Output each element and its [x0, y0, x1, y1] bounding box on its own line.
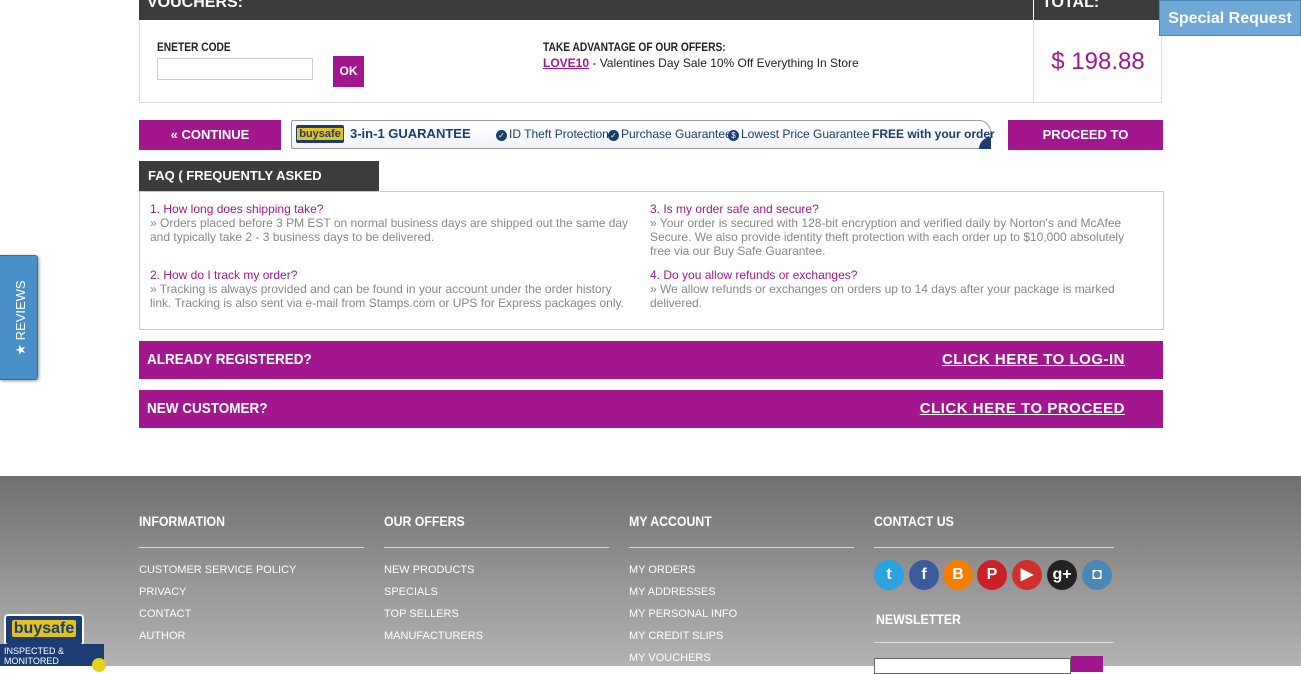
divider: [384, 547, 609, 548]
footer-link[interactable]: MY ORDERS: [629, 564, 695, 576]
voucher-ok-button[interactable]: OK: [333, 56, 364, 87]
guarantee-free: FREE with your order: [872, 127, 995, 141]
twitter-icon[interactable]: t: [874, 560, 904, 590]
facebook-icon[interactable]: f: [909, 560, 939, 590]
footer: INFORMATION CUSTOMER SERVICE POLICY PRIV…: [0, 476, 1301, 674]
divider: [139, 547, 364, 548]
youtube-icon[interactable]: ▶: [1012, 560, 1042, 590]
faq-question: 4. Do you allow refunds or exchanges?: [650, 268, 858, 282]
footer-link[interactable]: AUTHOR: [139, 630, 185, 642]
offers-label: TAKE ADVANTAGE OF OUR OFFERS:: [543, 40, 726, 54]
footer-link[interactable]: MY CREDIT SLIPS: [629, 630, 723, 642]
total-header: TOTAL:: [1034, 0, 1162, 20]
shield-icon: ✓: [496, 130, 507, 141]
guarantee-item: ✓ ID Theft Protection: [496, 127, 609, 141]
continue-shopping-button[interactable]: « CONTINUE SHOPPING: [139, 120, 281, 172]
footer-link[interactable]: SPECIALS: [384, 586, 438, 598]
special-request-button[interactable]: Special Request: [1159, 0, 1301, 36]
seal-badge-icon: [92, 658, 106, 672]
faq-answer: » Orders placed before 3 PM EST on norma…: [150, 216, 629, 244]
already-registered-title: ALREADY REGISTERED?: [147, 351, 312, 368]
order-total: $ 198.88: [1051, 48, 1145, 75]
faq-answer: » Tracking is always provided and can be…: [150, 282, 624, 310]
voucher-code-label: ENETER CODE: [157, 40, 231, 54]
footer-link[interactable]: PRIVACY: [139, 586, 186, 598]
faq-question: 1. How long does shipping take?: [150, 202, 324, 216]
guarantee-item: $ Lowest Price Guarantee: [728, 127, 870, 141]
new-customer-title: NEW CUSTOMER?: [147, 400, 268, 417]
buysafe-seal[interactable]: buysafe INSPECTED & MONITORED: [0, 602, 110, 672]
already-registered-bar: ALREADY REGISTERED? CLICK HERE TO LOG-IN: [139, 341, 1163, 379]
proceed-to-checkout-button[interactable]: PROCEED TO CHECKOUT »: [1008, 120, 1163, 172]
vouchers-header: VOUCHERS:: [139, 0, 1033, 20]
proceed-link[interactable]: CLICK HERE TO PROCEED: [920, 400, 1125, 417]
guarantee-item: ✓ Purchase Guarantee: [608, 127, 732, 141]
footer-offers-title: OUR OFFERS: [384, 513, 465, 529]
footer-link[interactable]: MY PERSONAL INFO: [629, 608, 737, 620]
divider: [874, 547, 1114, 548]
footer-link[interactable]: TOP SELLERS: [384, 608, 459, 620]
total-header-label: TOTAL:: [1042, 0, 1100, 11]
buysafe-seal-logo: buysafe: [4, 614, 84, 646]
reviews-tab-label: ★ REVIEWS: [13, 280, 28, 356]
instagram-icon[interactable]: ◘: [1082, 560, 1112, 590]
footer-link[interactable]: MANUFACTURERS: [384, 630, 483, 642]
footer-link[interactable]: CUSTOMER SERVICE POLICY: [139, 564, 296, 576]
newsletter-title: NEWSLETTER: [876, 611, 961, 627]
faq-panel: 1. How long does shipping take? » Orders…: [139, 191, 1164, 330]
footer-account-title: MY ACCOUNT: [629, 513, 712, 529]
offer-code-link[interactable]: LOVE10: [543, 56, 589, 70]
dollar-icon: $: [728, 130, 739, 141]
login-link[interactable]: CLICK HERE TO LOG-IN: [942, 351, 1125, 368]
buysafe-guarantee-banner[interactable]: buysafe 3-in-1 GUARANTEE ✓ ID Theft Prote…: [291, 120, 995, 149]
footer-link[interactable]: NEW PRODUCTS: [384, 564, 474, 576]
divider: [874, 642, 1114, 643]
faq-answer: » Your order is secured with 128-bit enc…: [650, 216, 1125, 258]
faq-answer: » We allow refunds or exchanges on order…: [650, 282, 1115, 310]
vouchers-header-label: VOUCHERS:: [147, 0, 244, 11]
footer-contact-title: CONTACT US: [874, 513, 954, 529]
reviews-tab[interactable]: ★ REVIEWS: [0, 255, 38, 380]
guarantee-title: 3-in-1 GUARANTEE: [350, 126, 471, 141]
offer-line: LOVE10 - Valentines Day Sale 10% Off Eve…: [543, 56, 859, 70]
buysafe-seal-caption: INSPECTED & MONITORED: [0, 644, 104, 666]
pinterest-icon[interactable]: P: [977, 560, 1007, 590]
divider: [629, 547, 854, 548]
faq-tab[interactable]: FAQ ( FREQUENTLY ASKED QUESTIONS ) »: [139, 161, 379, 213]
check-icon: ✓: [608, 130, 619, 141]
faq-question: 3. Is my order safe and secure?: [650, 202, 819, 216]
offer-description: - Valentines Day Sale 10% Off Everything…: [589, 56, 859, 70]
googleplus-icon[interactable]: g+: [1047, 560, 1077, 590]
footer-link[interactable]: MY ADDRESSES: [629, 586, 716, 598]
newsletter-submit-button[interactable]: [1071, 656, 1103, 672]
newsletter-email-input[interactable]: [874, 658, 1071, 674]
faq-question: 2. How do I track my order?: [150, 268, 298, 282]
new-customer-bar: NEW CUSTOMER? CLICK HERE TO PROCEED: [139, 390, 1163, 428]
footer-link[interactable]: CONTACT: [139, 608, 191, 620]
blogger-icon[interactable]: B: [943, 560, 973, 590]
buysafe-logo: buysafe: [296, 125, 344, 143]
footer-link[interactable]: MY VOUCHERS: [629, 652, 711, 664]
footer-information-title: INFORMATION: [139, 513, 226, 529]
voucher-code-input[interactable]: [157, 58, 313, 80]
